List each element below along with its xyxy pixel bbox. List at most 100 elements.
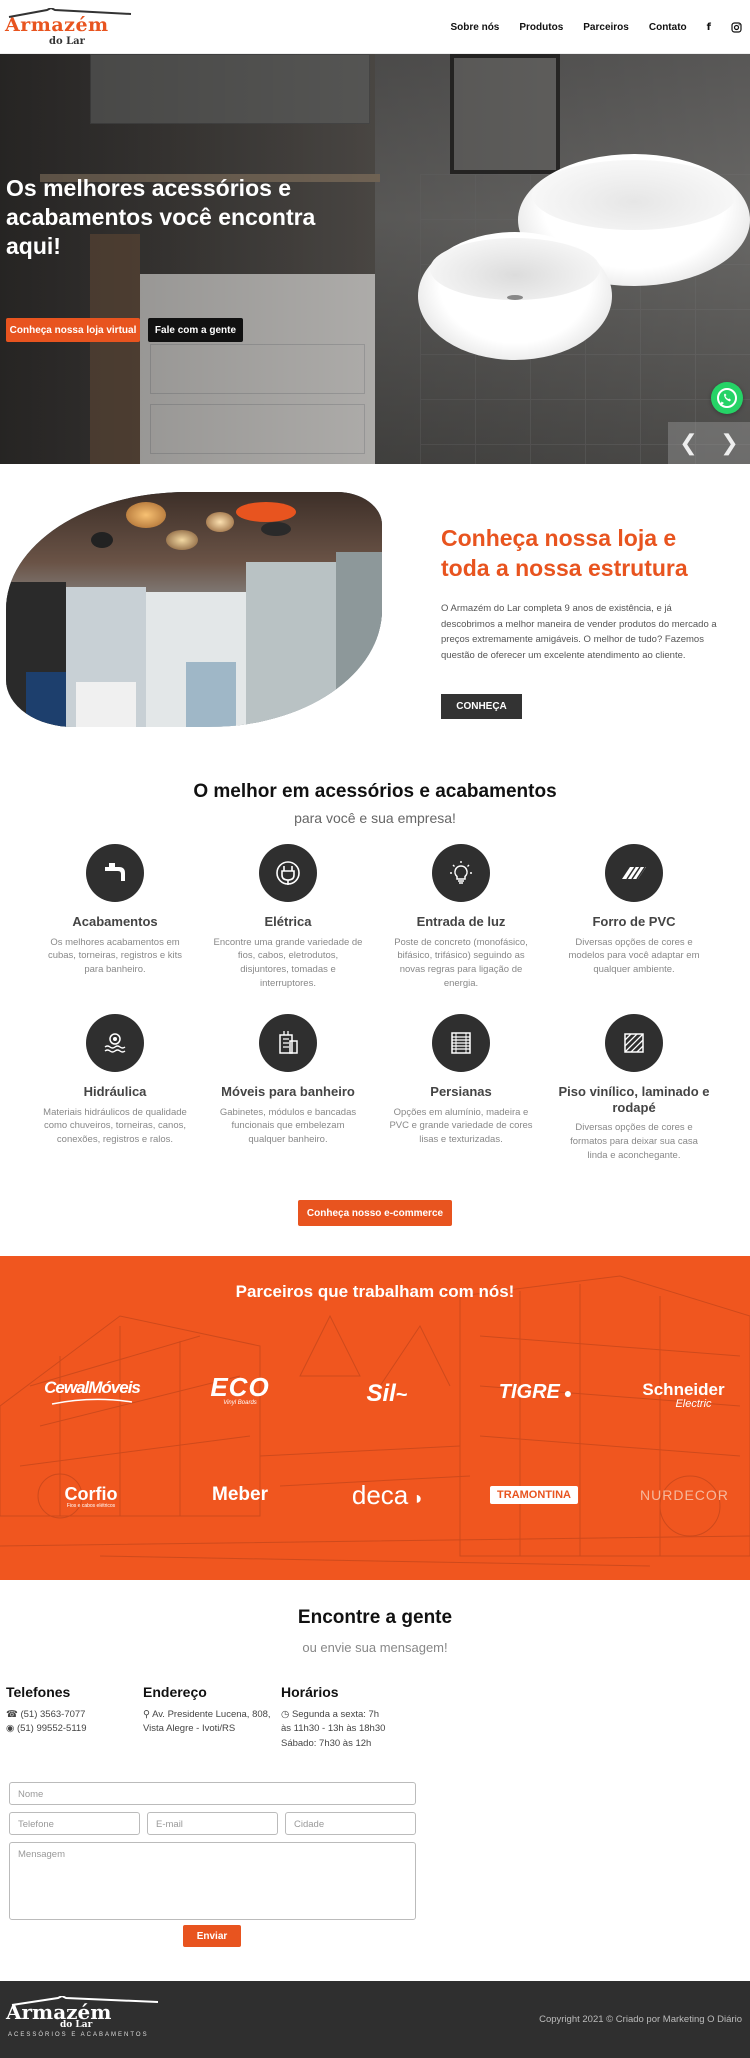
phone-input[interactable]: Telefone xyxy=(9,1812,140,1835)
partner-logo-tramontina: TRAMONTINA xyxy=(490,1486,578,1504)
feature-entrada-luz: Entrada de luz Poste de concreto (monofá… xyxy=(376,844,546,991)
address-text: Av. Presidente Lucena, 808, Vista Alegre… xyxy=(143,1709,271,1735)
partner-logo-corfio: Corfio Fios e cabos elétricos xyxy=(64,1484,118,1509)
feature-hidraulica: Hidráulica Materiais hidráulicos de qual… xyxy=(30,1014,200,1147)
faucet-icon xyxy=(86,844,144,902)
instagram-icon[interactable] xyxy=(731,21,742,33)
feature-piso: Piso vinílico, laminado e rodapé Diversa… xyxy=(549,1014,719,1162)
feature-desc: Opções em alumínio, madeira e PVC e gran… xyxy=(389,1106,533,1146)
feature-desc: Poste de concreto (monofásico, bifásico,… xyxy=(394,936,528,989)
feature-desc: Materiais hidráulicos de qualidade como … xyxy=(43,1106,187,1146)
feature-persianas: Persianas Opções em alumínio, madeira e … xyxy=(376,1014,546,1147)
whatsapp-small-icon: ◉ xyxy=(6,1723,17,1735)
logo-text: Armazém xyxy=(5,14,109,36)
footer-logo-text: Armazém xyxy=(6,2000,112,2024)
main-nav: Sobre nós Produtos Parceiros Contato f xyxy=(450,0,742,54)
feature-acabamentos: Acabamentos Os melhores acabamentos em c… xyxy=(30,844,200,977)
feature-title: Piso vinílico, laminado e rodapé xyxy=(558,1084,710,1115)
name-input[interactable]: Nome xyxy=(9,1782,416,1805)
feature-title: Acabamentos xyxy=(72,914,158,929)
partner-logo-deca: deca ◗ xyxy=(351,1480,425,1510)
message-textarea[interactable]: Mensagem xyxy=(9,1842,416,1920)
site-header: Armazém do Lar Sobre nós Produtos Parcei… xyxy=(0,0,750,54)
nav-parceiros[interactable]: Parceiros xyxy=(583,22,629,33)
about-title: Conheça nossa loja e toda a nossa estrut… xyxy=(441,525,688,581)
floor-icon xyxy=(605,1014,663,1072)
sil-wave-icon: ~ xyxy=(395,1384,408,1406)
map-pin-icon: ⚲ xyxy=(143,1709,153,1720)
partner-logo-sil: Sil~ xyxy=(366,1380,408,1407)
feature-title: Entrada de luz xyxy=(416,914,506,929)
partner-logo-meber: Meber xyxy=(212,1484,268,1505)
clock-icon: ◷ xyxy=(281,1709,292,1720)
feature-desc: Encontre uma grande variedade de fios, c… xyxy=(213,936,363,989)
tiger-paw-icon: ● xyxy=(559,1385,573,1401)
contact-subtitle: ou envie sua mensagem! xyxy=(302,1640,448,1655)
facebook-icon[interactable]: f xyxy=(707,22,711,33)
partner-logo-cewal: CewalMóveis xyxy=(42,1378,142,1406)
cewal-swoosh-icon xyxy=(51,1398,133,1405)
phones-title: Telefones xyxy=(6,1684,71,1700)
hours-week: Segunda a sexta: 7h às 11h30 - 13h às 18… xyxy=(281,1709,386,1735)
feature-desc: Diversas opções de cores e modelos para … xyxy=(568,936,700,976)
feature-title: Móveis para banheiro xyxy=(221,1084,355,1099)
hero-sink-small xyxy=(418,232,612,360)
pvc-panel-icon xyxy=(605,844,663,902)
partner-logo-tigre: TIGRE ● xyxy=(498,1381,573,1403)
whatsapp-number[interactable]: (51) 99552-5119 xyxy=(17,1723,87,1734)
feature-desc: Gabinetes, módulos e bancadas funcionais… xyxy=(219,1106,357,1146)
address-title: Endereço xyxy=(143,1684,207,1700)
water-valve-icon xyxy=(86,1014,144,1072)
hero-title: Os melhores acessórios e acabamentos voc… xyxy=(6,175,316,259)
contact-title: Encontre a gente xyxy=(297,1607,453,1628)
city-input[interactable]: Cidade xyxy=(285,1812,416,1835)
about-button[interactable]: CONHEÇA xyxy=(441,694,522,719)
send-button[interactable]: Enviar xyxy=(183,1925,241,1947)
feature-title: Persianas xyxy=(430,1084,492,1099)
nav-contato[interactable]: Contato xyxy=(649,22,687,33)
about-text: O Armazém do Lar completa 9 anos de exis… xyxy=(441,603,717,662)
feature-desc: Os melhores acabamentos em cubas, tornei… xyxy=(47,936,183,976)
features-title: O melhor em acessórios e acabamentos xyxy=(193,781,557,802)
features-subtitle: para você e sua empresa! xyxy=(294,810,456,826)
phone-icon: ☎ xyxy=(6,1709,21,1720)
cabinet-icon xyxy=(259,1014,317,1072)
lightbulb-icon xyxy=(432,844,490,902)
footer-logo-subtext: do Lar xyxy=(60,2020,93,2030)
prev-arrow-icon[interactable]: ❮ xyxy=(679,431,697,456)
phone-number[interactable]: (51) 3563-7077 xyxy=(20,1709,85,1720)
hours-block: Horários ◷ Segunda a sexta: 7h às 11h30 … xyxy=(281,1684,391,1751)
feature-eletrica: Elétrica Encontre uma grande variedade d… xyxy=(203,844,373,991)
brand-logo[interactable]: Armazém do Lar xyxy=(5,6,137,48)
phones-block: Telefones ☎ (51) 3563-7077 ◉ (51) 99552-… xyxy=(6,1684,136,1737)
hours-saturday: Sábado: 7h30 às 12h xyxy=(281,1737,372,1749)
feature-title: Elétrica xyxy=(264,914,312,929)
logo-subtext: do Lar xyxy=(49,36,85,47)
whatsapp-icon[interactable] xyxy=(711,382,743,414)
nav-produtos[interactable]: Produtos xyxy=(519,22,563,33)
footer-tagline: ACESSÓRIOS E ACABAMENTOS xyxy=(8,2032,149,2038)
partner-logo-nurdecor: NURDECOR xyxy=(640,1487,729,1503)
ecommerce-button[interactable]: Conheça nosso e-commerce xyxy=(298,1200,452,1226)
feature-desc: Diversas opções de cores e formatos para… xyxy=(570,1122,698,1161)
partners-title: Parceiros que trabalham com nós! xyxy=(235,1282,515,1301)
plug-icon xyxy=(259,844,317,902)
partners-section xyxy=(0,1256,750,1580)
feature-title: Forro de PVC xyxy=(592,914,676,929)
blinds-icon xyxy=(432,1014,490,1072)
hours-title: Horários xyxy=(281,1684,339,1700)
feature-forro-pvc: Forro de PVC Diversas opções de cores e … xyxy=(549,844,719,977)
deca-drop-icon: ◗ xyxy=(408,1488,425,1508)
nav-sobre[interactable]: Sobre nós xyxy=(450,22,499,33)
feature-moveis-banheiro: Móveis para banheiro Gabinetes, módulos … xyxy=(203,1014,373,1147)
footer-logo[interactable]: Armazém do Lar ACESSÓRIOS E ACABAMENTOS xyxy=(6,1996,166,2040)
partner-logo-eco: ECO Vinyl Boards xyxy=(210,1372,270,1406)
email-input[interactable]: E-mail xyxy=(147,1812,278,1835)
copyright-text: Copyright 2021 © Criado por Marketing O … xyxy=(539,2014,742,2025)
store-photo xyxy=(6,492,382,727)
partner-logo-schneider: Schneider Electric xyxy=(642,1380,725,1410)
virtual-store-button[interactable]: Conheça nossa loja virtual xyxy=(6,318,140,342)
address-block: Endereço ⚲ Av. Presidente Lucena, 808, V… xyxy=(143,1684,273,1737)
next-arrow-icon[interactable]: ❯ xyxy=(720,431,738,456)
contact-us-button[interactable]: Fale com a gente xyxy=(148,318,243,342)
